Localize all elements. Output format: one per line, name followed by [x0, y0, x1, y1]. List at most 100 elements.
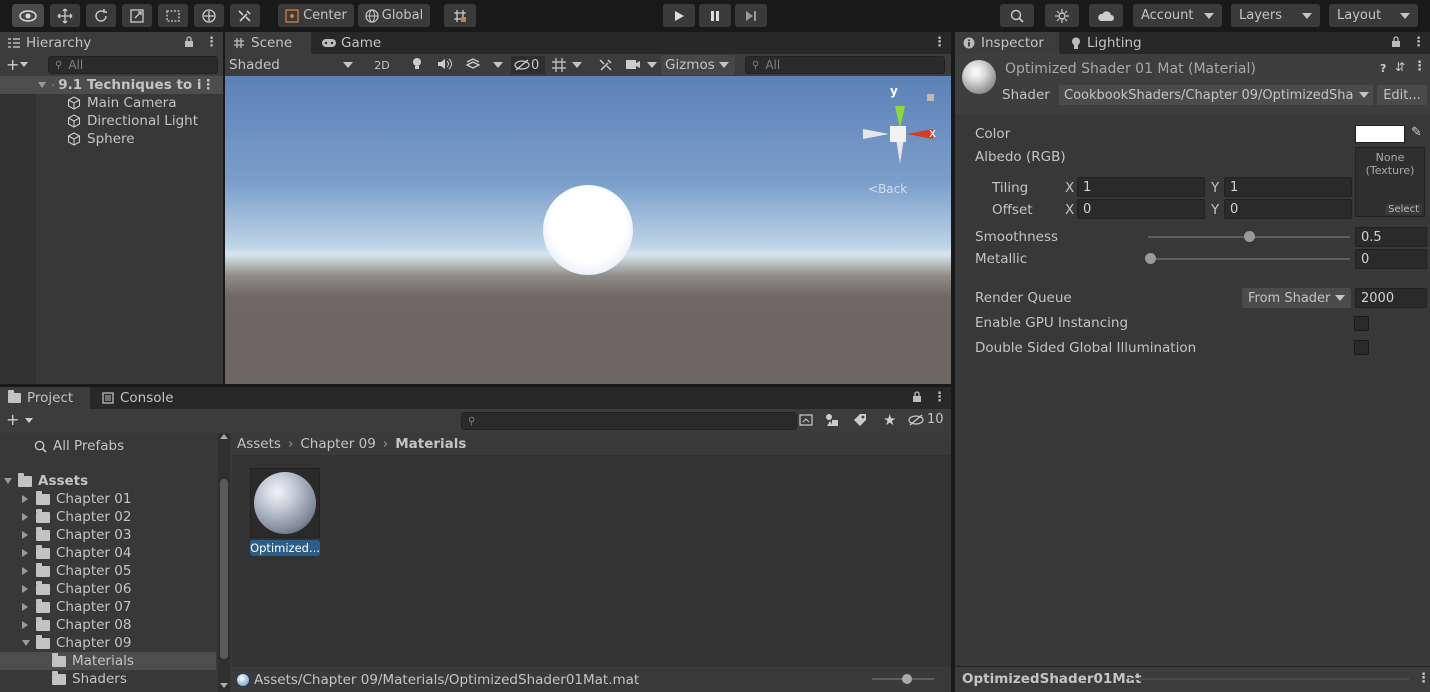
expand-arrow-icon[interactable]: [22, 621, 28, 629]
step-button[interactable]: [735, 4, 767, 27]
all-prefabs-item[interactable]: All Prefabs: [34, 437, 124, 455]
sphere-object[interactable]: [543, 185, 633, 275]
expand-arrow-icon[interactable]: [4, 478, 12, 484]
expand-arrow-icon[interactable]: [22, 640, 30, 646]
albedo-texture-slot[interactable]: None (Texture) Select: [1355, 147, 1425, 217]
rotate-tool-icon[interactable]: [86, 4, 116, 27]
project-search-input[interactable]: ⚲: [461, 412, 797, 430]
hidden-packages-toggle[interactable]: 10: [908, 412, 944, 427]
audio-toggle-icon[interactable]: [437, 58, 453, 74]
camera-icon[interactable]: [625, 59, 641, 74]
tree-item-chapter-05[interactable]: Chapter 05: [22, 562, 131, 580]
move-tool-icon[interactable]: [50, 4, 80, 27]
add-icon[interactable]: +: [6, 410, 19, 429]
smoothness-value-field[interactable]: 0.5: [1355, 227, 1427, 247]
space-global-button[interactable]: Global: [358, 4, 430, 27]
hierarchy-item-sphere[interactable]: Sphere: [67, 130, 135, 148]
tree-item-chapter-06[interactable]: Chapter 06: [22, 580, 131, 598]
tag-icon[interactable]: [852, 412, 868, 432]
pivot-center-button[interactable]: Center: [278, 4, 354, 27]
expand-arrow-icon[interactable]: [22, 585, 28, 593]
cloud-button[interactable]: [1089, 4, 1123, 27]
favorite-star-icon[interactable]: ★: [883, 411, 896, 429]
tiling-y-field[interactable]: 1: [1224, 177, 1352, 197]
chevron-down-icon[interactable]: [20, 62, 28, 67]
filter-by-type-icon[interactable]: [824, 412, 840, 432]
account-dropdown[interactable]: Account: [1133, 4, 1222, 27]
custom-tools-icon[interactable]: [230, 4, 260, 27]
edit-shader-button[interactable]: Edit...: [1377, 85, 1427, 105]
lock-icon[interactable]: [1391, 36, 1401, 52]
kebab-menu-icon[interactable]: ⋮: [1413, 59, 1426, 74]
kebab-menu-icon[interactable]: ⋮: [1417, 671, 1430, 686]
tree-scrollbar[interactable]: [218, 433, 230, 692]
tab-console[interactable]: Console: [94, 387, 190, 409]
tree-item-chapter-08[interactable]: Chapter 08: [22, 616, 131, 634]
chevron-down-icon[interactable]: [647, 62, 657, 68]
smoothness-slider-thumb[interactable]: [1244, 231, 1255, 242]
tree-item-chapter-04[interactable]: Chapter 04: [22, 544, 131, 562]
offset-x-field[interactable]: 0: [1077, 199, 1205, 219]
rect-tool-icon[interactable]: [158, 4, 188, 27]
scene-menu-icon[interactable]: ⋮: [202, 77, 216, 93]
texture-select-button[interactable]: Select: [1385, 204, 1422, 215]
tab-scene[interactable]: Scene: [225, 32, 311, 54]
scale-tool-icon[interactable]: [122, 4, 152, 27]
lock-icon[interactable]: [912, 391, 922, 407]
scroll-up-icon[interactable]: [220, 434, 228, 439]
render-queue-value-field[interactable]: 2000: [1355, 288, 1427, 308]
metallic-slider-thumb[interactable]: [1145, 253, 1156, 264]
tree-item-chapter-07[interactable]: Chapter 07: [22, 598, 131, 616]
expand-arrow-icon[interactable]: [22, 531, 28, 539]
layout-dropdown[interactable]: Layout: [1329, 4, 1418, 27]
tree-item-shaders[interactable]: Shaders: [52, 670, 127, 688]
lock-icon[interactable]: [927, 94, 934, 101]
double-sided-gi-checkbox[interactable]: [1354, 340, 1369, 355]
hidden-objects-toggle[interactable]: 0: [511, 56, 545, 74]
layers-dropdown[interactable]: Layers: [1231, 4, 1320, 27]
expand-arrow-icon[interactable]: [22, 603, 28, 611]
view-tool-eye-icon[interactable]: [12, 4, 44, 27]
eyedropper-icon[interactable]: ✎: [1411, 125, 1422, 140]
kebab-menu-icon[interactable]: ⋮: [205, 35, 218, 50]
kebab-menu-icon[interactable]: ⋮: [1412, 35, 1425, 50]
transform-tool-icon[interactable]: [194, 4, 224, 27]
expand-arrow-icon[interactable]: [22, 495, 28, 503]
add-icon[interactable]: +: [6, 55, 19, 74]
expand-arrow-icon[interactable]: [22, 567, 28, 575]
expand-arrow-icon[interactable]: [22, 513, 28, 521]
tools-icon[interactable]: [598, 57, 614, 77]
scene-view-gizmo[interactable]: [855, 86, 945, 196]
kebab-menu-icon[interactable]: ⋮: [933, 35, 946, 50]
scene-root-row[interactable]: 9.1 Techniques to i ⋮: [0, 76, 223, 94]
lock-icon[interactable]: [184, 36, 194, 52]
play-button[interactable]: [663, 4, 695, 27]
chevron-down-icon[interactable]: [493, 62, 503, 68]
breadcrumb-chapter-09[interactable]: Chapter 09: [300, 436, 375, 452]
gpu-instancing-checkbox[interactable]: [1354, 316, 1369, 331]
hierarchy-item-main-camera[interactable]: Main Camera: [67, 94, 177, 112]
expand-arrow-icon[interactable]: [22, 549, 28, 557]
effects-toggle-icon[interactable]: [465, 57, 481, 75]
search-button[interactable]: [1000, 4, 1034, 27]
scroll-down-icon[interactable]: [220, 683, 228, 688]
help-icon[interactable]: ?: [1380, 62, 1386, 75]
color-swatch[interactable]: [1355, 125, 1405, 143]
2d-mode-toggle[interactable]: 2D: [369, 56, 395, 74]
hierarchy-item-directional-light[interactable]: Directional Light: [67, 112, 198, 130]
asset-thumbnail[interactable]: [250, 468, 320, 538]
scene-search-input[interactable]: ⚲ All: [745, 56, 945, 74]
gizmos-dropdown[interactable]: Gizmos: [661, 55, 735, 75]
tree-item-assets[interactable]: Assets: [4, 472, 88, 490]
tab-lighting[interactable]: Lighting: [1063, 32, 1163, 54]
tab-inspector[interactable]: Inspector: [955, 32, 1059, 54]
shading-mode-dropdown[interactable]: Shaded: [229, 56, 357, 74]
scene-viewport[interactable]: y x <Back: [225, 76, 951, 384]
view-orientation-label[interactable]: <Back: [868, 182, 907, 196]
asset-name-label[interactable]: Optimized...: [250, 540, 320, 556]
tree-item-materials[interactable]: Materials: [0, 652, 216, 670]
tree-item-chapter-09[interactable]: Chapter 09: [22, 634, 131, 652]
expand-arrow-icon[interactable]: [38, 82, 46, 88]
tree-item-chapter-02[interactable]: Chapter 02: [22, 508, 131, 526]
tab-game[interactable]: Game: [313, 32, 393, 54]
